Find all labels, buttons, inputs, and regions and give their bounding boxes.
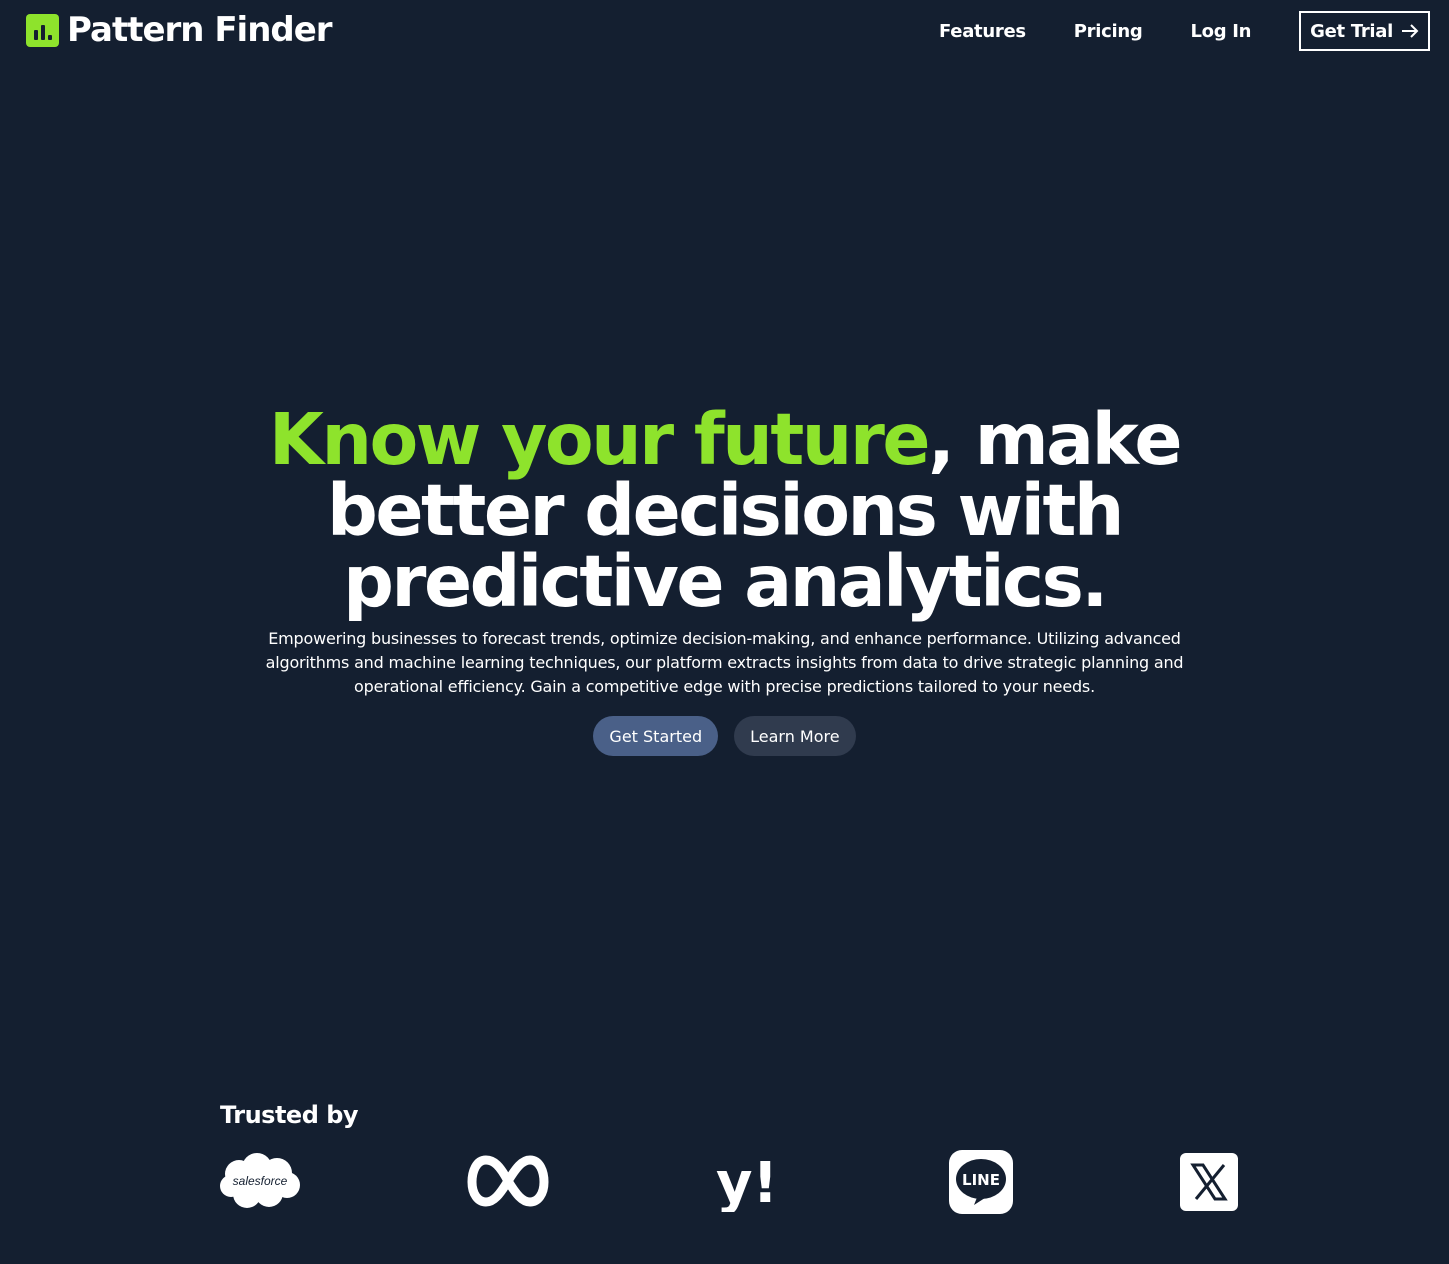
nav-login[interactable]: Log In <box>1190 21 1251 42</box>
salesforce-logo: salesforce <box>219 1152 301 1210</box>
get-trial-button[interactable]: Get Trial <box>1299 11 1430 51</box>
bar-chart-icon <box>26 13 59 47</box>
x-logo <box>1180 1153 1238 1211</box>
trusted-by-heading: Trusted by <box>220 1101 359 1129</box>
hero-headline: Know your future, make better decisions … <box>245 404 1205 617</box>
hero-subtitle: Empowering businesses to forecast trends… <box>265 629 1184 696</box>
meta-logo <box>466 1152 550 1210</box>
nav-pricing[interactable]: Pricing <box>1074 21 1143 42</box>
yahoo-logo-text: y! <box>716 1151 778 1212</box>
nav-features[interactable]: Features <box>939 21 1026 42</box>
hero-section: Know your future, make better decisions … <box>0 404 1449 756</box>
salesforce-logo-text: salesforce <box>233 1174 288 1188</box>
brand-logo-link[interactable]: Pattern Finder <box>26 10 333 50</box>
line-logo: LINE <box>948 1149 1014 1215</box>
line-logo-text: LINE <box>962 1171 1000 1189</box>
arrow-right-icon <box>1401 21 1419 41</box>
site-header: Pattern Finder Features Pricing Log In G… <box>0 0 1449 62</box>
main-nav: Features Pricing Log In Get Trial <box>939 11 1430 51</box>
get-trial-label: Get Trial <box>1310 20 1393 42</box>
yahoo-logo: y! <box>716 1150 780 1216</box>
brand-name: Pattern Finder <box>67 10 333 50</box>
cta-row: Get Started Learn More <box>0 716 1449 756</box>
get-started-button[interactable]: Get Started <box>593 716 719 756</box>
learn-more-button[interactable]: Learn More <box>734 716 856 756</box>
